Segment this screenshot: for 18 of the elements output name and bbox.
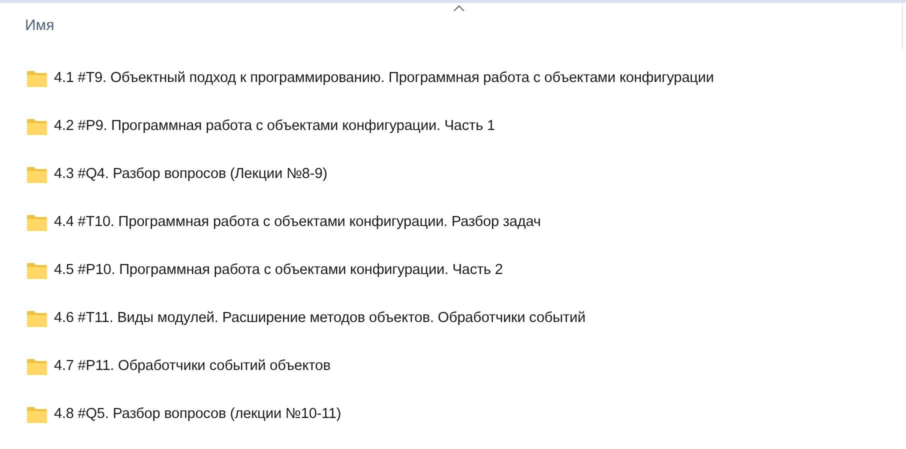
name-column-header[interactable]: Имя	[25, 14, 54, 38]
folder-icon	[27, 407, 47, 423]
folder-name[interactable]: 4.4 #T10. Программная работа с объектами конфигурации. Разбор задач	[54, 212, 541, 234]
folder-name[interactable]: 4.2 #P9. Программная работа с объектами конфигурации. Часть 1	[54, 116, 495, 138]
folder-name[interactable]: 4.5 #P10. Программная работа с объектами конфигурации. Часть 2	[54, 260, 503, 282]
folder-icon	[27, 119, 47, 135]
sort-caret-icon	[453, 5, 465, 12]
folder-icon	[27, 359, 47, 375]
folder-name[interactable]: 4.8 #Q5. Разбор вопросов (лекции №10-11)	[54, 404, 342, 426]
folder-icon	[27, 311, 47, 327]
folder-icon	[27, 215, 47, 231]
folder-name[interactable]: 4.1 #T9. Объектный подход к программированию. Программная работа с объектами конфигурации	[54, 68, 714, 90]
folder-name[interactable]: 4.3 #Q4. Разбор вопросов (Лекции №8-9)	[54, 164, 328, 186]
folder-icon	[27, 263, 47, 279]
folder-name[interactable]: 4.6 #T11. Виды модулей. Расширение методов объектов. Обработчики событий	[54, 308, 586, 330]
folder-name[interactable]: 4.7 #P11. Обработчики событий объектов	[54, 356, 331, 378]
folder-icon	[27, 167, 47, 183]
folder-icon	[27, 71, 47, 87]
